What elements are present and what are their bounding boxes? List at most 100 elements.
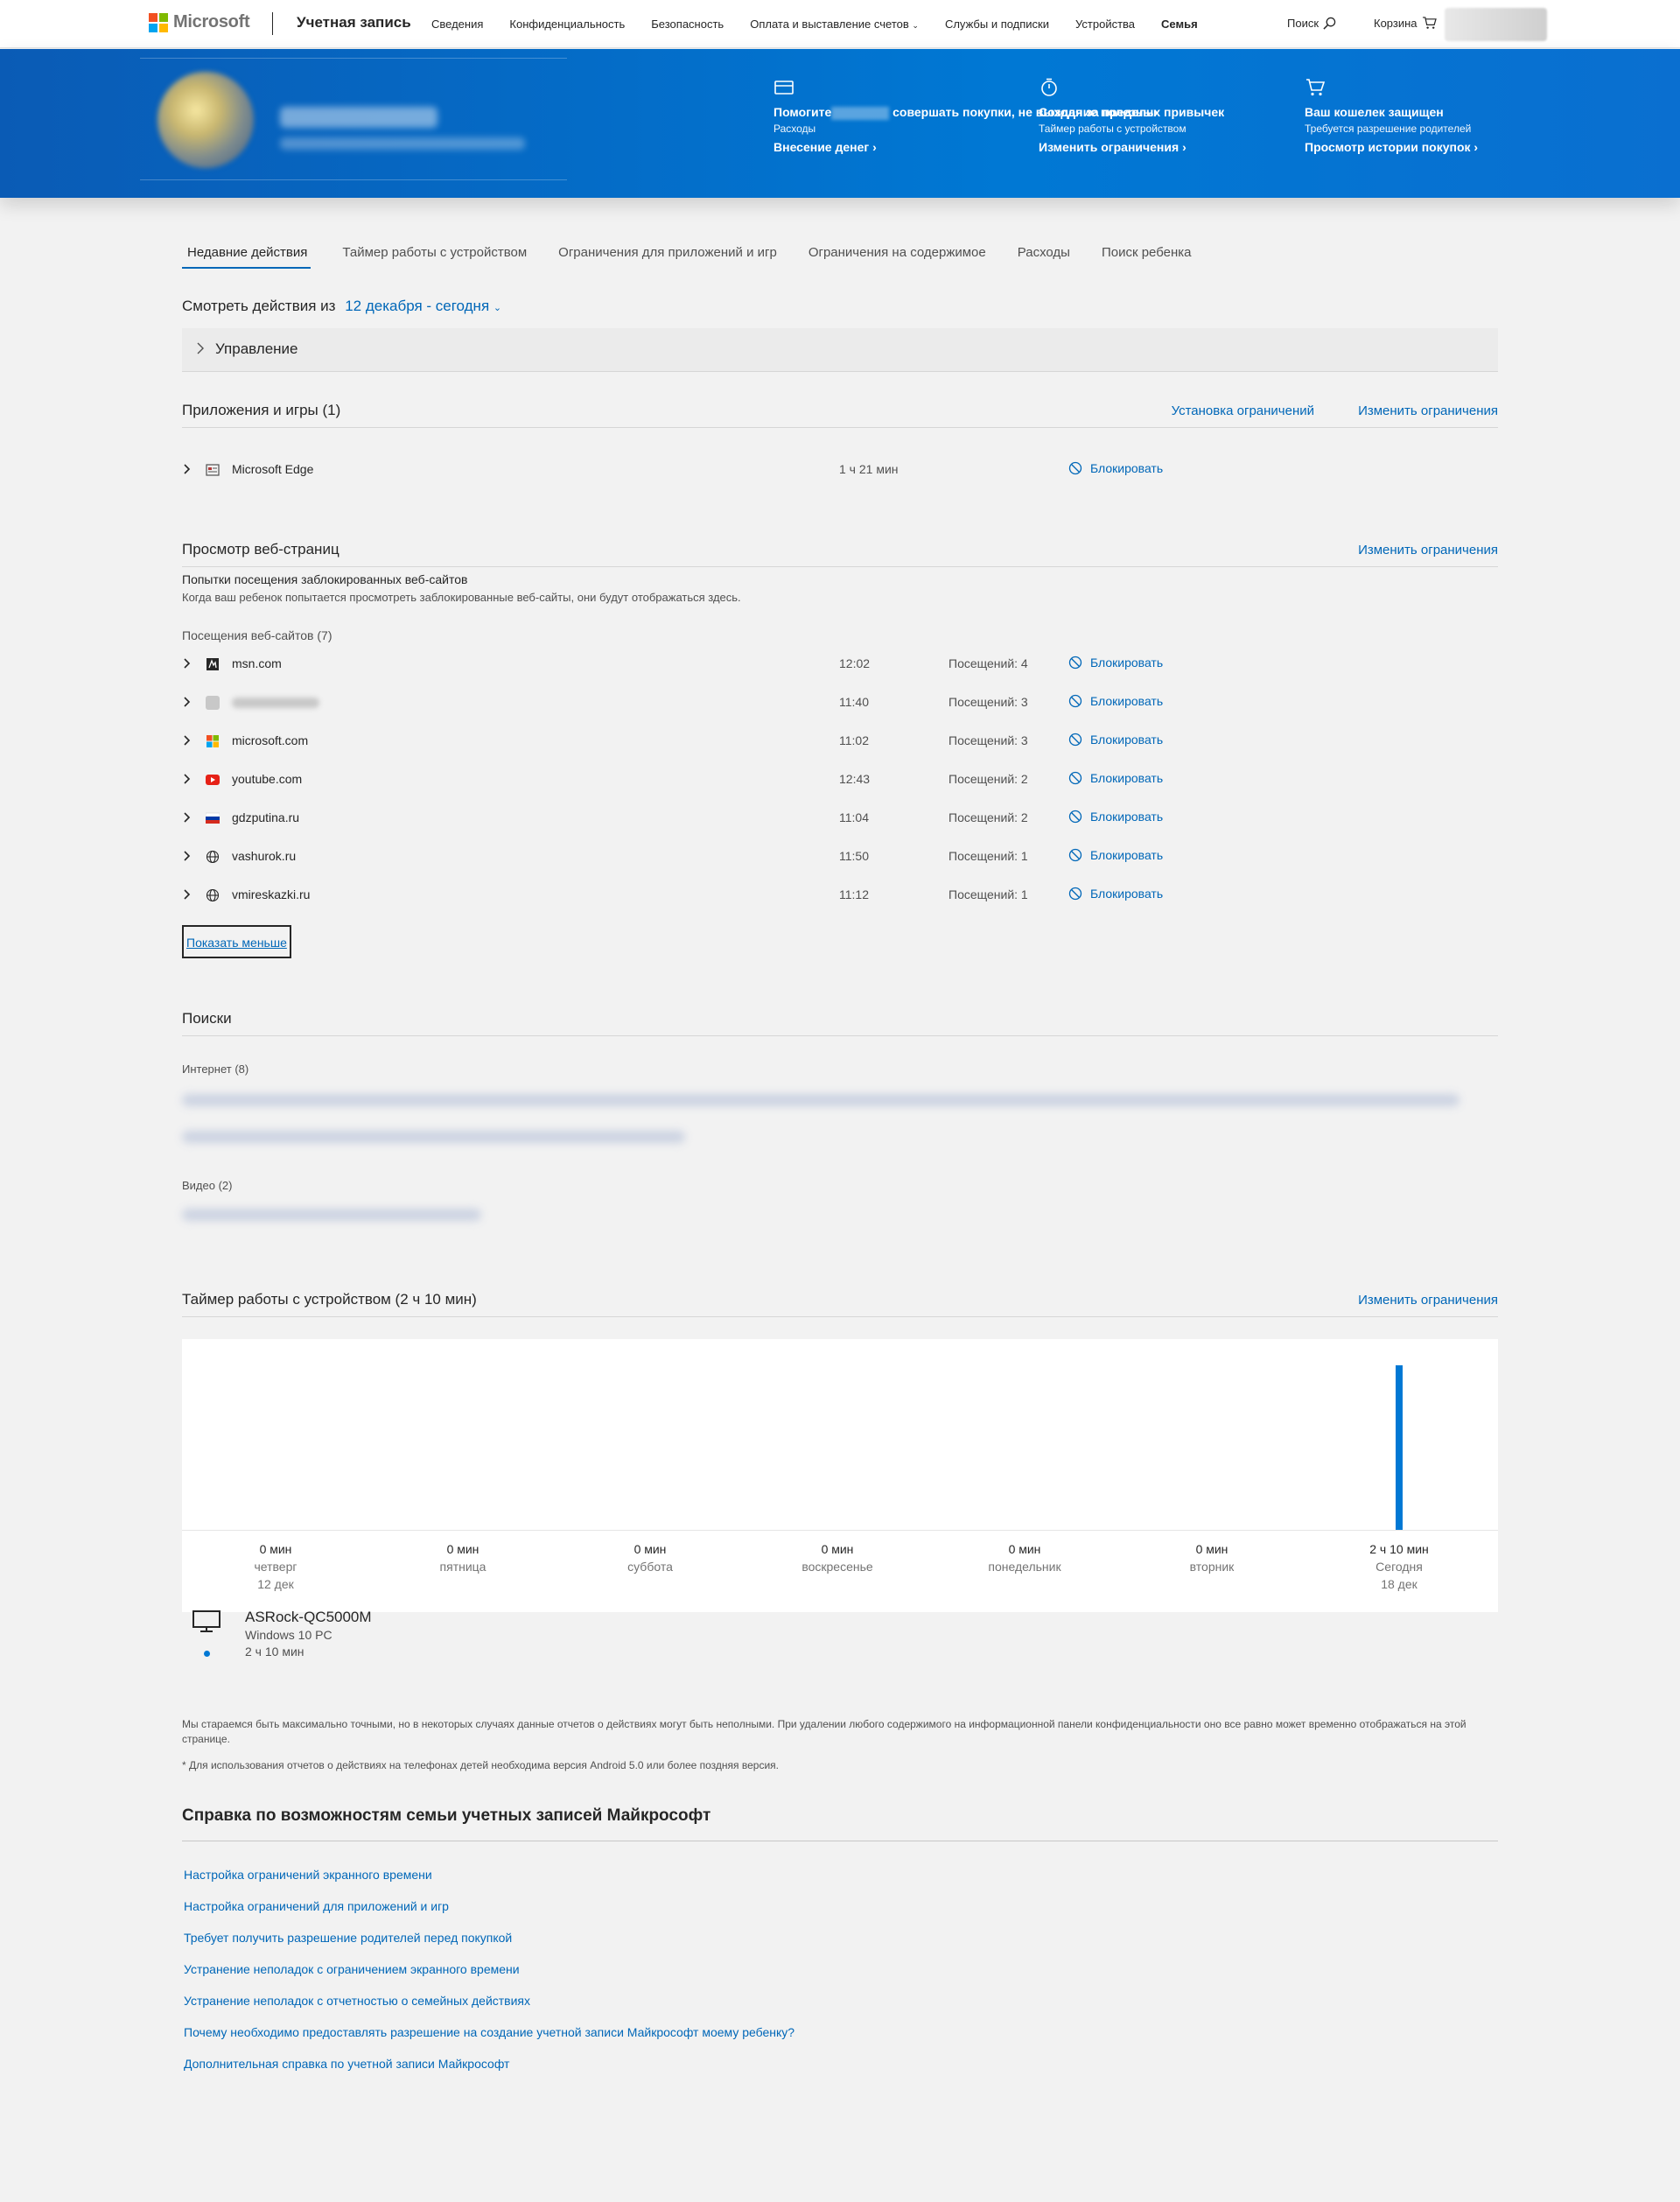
change-limits-link[interactable]: Изменить ограничения › (1039, 138, 1224, 156)
credit-card-icon (774, 81, 794, 95)
last-visit-time: 11:04 (839, 810, 869, 824)
redacted-search-terms (182, 1094, 1460, 1106)
help-link-ask-to-buy[interactable]: Требует получить разрешение родителей пе… (184, 1922, 794, 1953)
block-icon (1068, 694, 1082, 708)
nav-link-security[interactable]: Безопасность (651, 18, 724, 31)
block-button[interactable]: Блокировать (1068, 848, 1163, 862)
block-icon (1068, 461, 1082, 475)
help-link-troubleshoot-reporting[interactable]: Устранение неполадок с отчетностью о сем… (184, 1985, 794, 2016)
date-range-dropdown[interactable]: 12 декабря - сегодня ⌄ (345, 298, 501, 314)
tab-content-restrictions[interactable]: Ограничения на содержимое (808, 245, 986, 269)
microsoft-logo[interactable]: Microsoft (149, 12, 250, 32)
search-button[interactable]: Поиск (1287, 17, 1336, 30)
change-limits-label: Изменить ограничения (1039, 140, 1180, 154)
edge-app-icon (206, 464, 220, 476)
block-icon (1068, 733, 1082, 747)
site-row[interactable]: youtube.com 12:43 Посещений: 2 Блокировать (182, 767, 1498, 793)
expand-chevron-icon[interactable] (184, 888, 191, 901)
block-button[interactable]: Блокировать (1068, 694, 1163, 708)
redacted-video-searches (182, 1209, 481, 1221)
show-less-button[interactable]: Показать меньше (182, 925, 291, 958)
block-button[interactable]: Блокировать (1068, 887, 1163, 901)
site-row[interactable]: gdzputina.ru 11:04 Посещений: 2 Блокировать (182, 805, 1498, 831)
help-section-title: Справка по возможностям семьи учетных за… (182, 1805, 1498, 1841)
nav-link-billing[interactable]: Оплата и выставление счетов ⌄ (750, 18, 919, 31)
chart-day-column: 0 мин воскресенье (744, 1540, 931, 1575)
site-name: vashurok.ru (232, 849, 297, 863)
microsoft-icon (206, 735, 219, 747)
site-row[interactable]: 11:40 Посещений: 3 Блокировать (182, 690, 1498, 716)
block-button[interactable]: Блокировать (1068, 733, 1163, 747)
expand-chevron-icon[interactable] (184, 773, 191, 785)
chart-bar (1396, 1365, 1403, 1530)
account-title[interactable]: Учетная запись (297, 14, 411, 32)
last-visit-time: 11:50 (839, 849, 869, 863)
block-button[interactable]: Блокировать (1068, 656, 1163, 670)
device-name: ASRock-QC5000M (245, 1609, 372, 1625)
nav-link-info[interactable]: Сведения (431, 18, 483, 31)
nav-link-services[interactable]: Службы и подписки (945, 18, 1049, 31)
searches-section-title: Поиски (182, 1010, 232, 1027)
chevron-down-icon: ⌄ (493, 303, 502, 313)
help-links: Настройка ограничений экранного времени … (184, 1859, 794, 2079)
expand-chevron-icon[interactable] (184, 850, 191, 862)
apps-change-limits-link[interactable]: Изменить ограничения (1358, 403, 1498, 418)
chart-day-column: 0 мин понедельник (931, 1540, 1118, 1575)
screen-time-change-limits-link[interactable]: Изменить ограничения (1358, 1293, 1498, 1308)
top-navigation: Microsoft Учетная запись Сведения Конфид… (0, 0, 1680, 48)
help-link-more-help[interactable]: Дополнительная справка по учетной записи… (184, 2048, 794, 2079)
tab-find-child[interactable]: Поиск ребенка (1102, 245, 1192, 269)
feature-spending-title-start: Помогите (774, 105, 832, 119)
tab-screen-time[interactable]: Таймер работы с устройством (342, 245, 527, 269)
purchase-history-label: Просмотр истории покупок (1305, 140, 1471, 154)
nav-link-family[interactable]: Семья (1161, 18, 1198, 31)
site-row[interactable]: vashurok.ru 11:50 Посещений: 1 Блокировать (182, 844, 1498, 870)
tab-app-limits[interactable]: Ограничения для приложений и игр (558, 245, 777, 269)
nav-link-billing-label: Оплата и выставление счетов (750, 18, 909, 31)
expand-chevron-icon[interactable] (184, 811, 191, 824)
expand-chevron-icon[interactable] (184, 696, 191, 708)
expand-chevron-icon[interactable] (184, 657, 191, 670)
app-row[interactable]: Microsoft Edge 1 ч 21 мин Блокировать (182, 457, 1498, 483)
visit-count: Посещений: 3 (948, 733, 1028, 747)
block-button[interactable]: Блокировать (1068, 810, 1163, 824)
block-button[interactable]: Блокировать (1068, 771, 1163, 785)
screen-time-section-header: Таймер работы с устройством (2 ч 10 мин)… (182, 1287, 1498, 1317)
nav-link-privacy[interactable]: Конфиденциальность (509, 18, 625, 31)
block-button[interactable]: Блокировать (1068, 461, 1163, 475)
help-link-screen-time-limits[interactable]: Настройка ограничений экранного времени (184, 1859, 794, 1890)
nav-link-devices[interactable]: Устройства (1075, 18, 1135, 31)
management-expander[interactable]: Управление (182, 328, 1498, 372)
site-row[interactable]: microsoft.com 11:02 Посещений: 3 Блокироват… (182, 728, 1498, 754)
visit-count: Посещений: 3 (948, 695, 1028, 709)
user-account-menu[interactable] (1445, 8, 1547, 41)
help-link-app-limits[interactable]: Настройка ограничений для приложений и и… (184, 1890, 794, 1922)
tab-spending[interactable]: Расходы (1018, 245, 1070, 269)
expand-chevron-icon[interactable] (184, 463, 191, 475)
chevron-right-icon: › (1474, 140, 1479, 154)
avatar (158, 72, 254, 168)
set-limits-link[interactable]: Установка ограничений (1172, 403, 1314, 418)
help-link-troubleshoot-screen-time[interactable]: Устранение неполадок с ограничением экра… (184, 1953, 794, 1985)
chart-value-label: 0 мин (634, 1542, 667, 1556)
visit-count: Посещений: 2 (948, 772, 1028, 786)
site-row[interactable]: msn.com 12:02 Посещений: 4 Блокировать (182, 651, 1498, 677)
last-visit-time: 11:12 (839, 887, 869, 901)
flag-icon (206, 812, 220, 824)
cart-button[interactable]: Корзина (1374, 17, 1437, 30)
chart-day-label: суббота (627, 1560, 673, 1574)
device-legend-dot (204, 1651, 210, 1657)
web-change-limits-link[interactable]: Изменить ограничения (1358, 543, 1498, 558)
site-row[interactable]: vmireskazki.ru 11:12 Посещений: 1 Блокирова… (182, 882, 1498, 908)
purchase-history-link[interactable]: Просмотр истории покупок › (1305, 138, 1478, 156)
expand-chevron-icon[interactable] (184, 734, 191, 747)
chart-day-label: пятница (439, 1560, 486, 1574)
date-range-value: 12 декабря - сегодня (345, 298, 490, 314)
help-link-child-consent[interactable]: Почему необходимо предоставлять разрешен… (184, 2016, 794, 2048)
visit-count: Посещений: 2 (948, 810, 1028, 824)
apps-section-title: Приложения и игры (1) (182, 402, 341, 418)
block-icon (1068, 656, 1082, 670)
tab-recent-activity[interactable]: Недавние действия (182, 245, 312, 269)
chart-value-label: 0 мин (446, 1542, 480, 1556)
device-usage-time: 2 ч 10 мин (245, 1644, 304, 1659)
